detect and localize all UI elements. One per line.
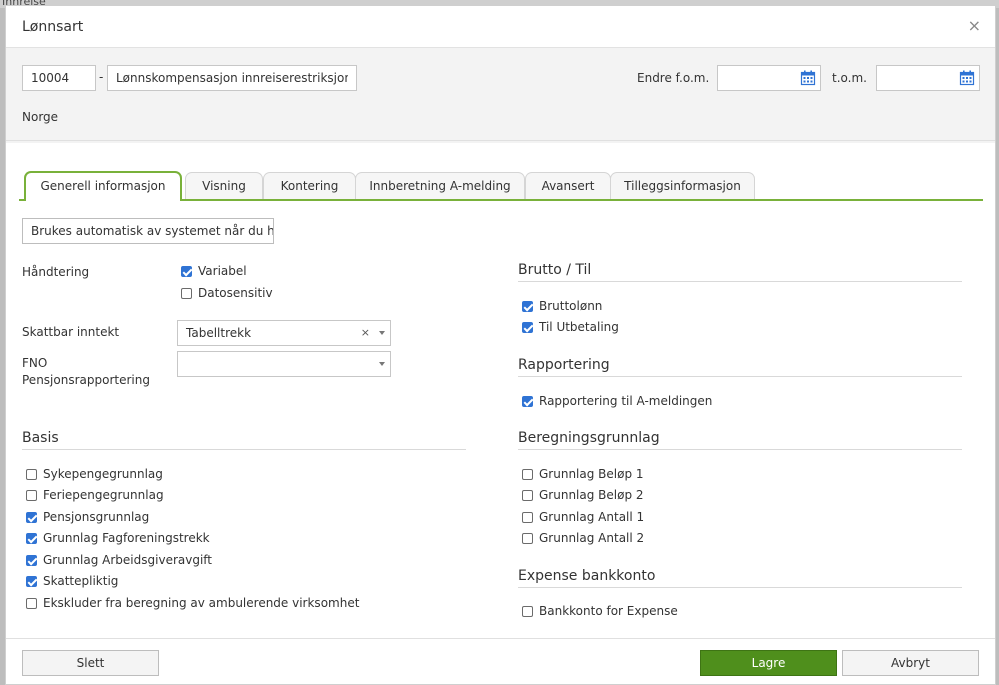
basis-item[interactable]: Ekskluder fra beregning av ambulerende v… <box>26 594 359 612</box>
change-from-label: Endre f.o.m. <box>637 71 710 85</box>
basis-item[interactable]: Skattepliktig <box>26 572 118 590</box>
cancel-button[interactable]: Avbryt <box>842 650 979 676</box>
close-icon[interactable]: × <box>968 18 981 34</box>
wage-name-input[interactable] <box>107 65 357 91</box>
basis-quantity-1-checkbox[interactable] <box>522 511 533 523</box>
basis-item[interactable]: Grunnlag Arbeidsgiveravgift <box>26 551 212 569</box>
footer-divider <box>6 638 995 639</box>
tab-additional-information[interactable]: Tilleggsinformasjon <box>610 172 755 199</box>
clear-icon[interactable]: × <box>361 321 370 345</box>
header-divider <box>6 140 995 141</box>
employer-tax-basis-checkbox[interactable] <box>26 554 37 566</box>
save-button[interactable]: Lagre <box>700 650 837 676</box>
date-to-label: t.o.m. <box>832 71 867 85</box>
dialog-header: Lønnsart × <box>6 6 995 48</box>
handling-date-sensitive-row[interactable]: Datosensitiv <box>181 284 273 302</box>
brutto-item[interactable]: Bruttolønn <box>522 297 602 315</box>
fno-label: FNO <box>22 356 48 370</box>
calc-basis-item[interactable]: Grunnlag Antall 2 <box>522 529 644 547</box>
expense-item[interactable]: Bankkonto for Expense <box>522 602 678 620</box>
basis-quantity-2-label: Grunnlag Antall 2 <box>539 531 645 545</box>
union-deduction-basis-label: Grunnlag Fagforeningstrekk <box>43 531 210 545</box>
sick-pay-basis-checkbox[interactable] <box>26 468 37 480</box>
reporting-divider <box>518 376 962 377</box>
pension-basis-checkbox[interactable] <box>26 511 37 523</box>
basis-amount-1-checkbox[interactable] <box>522 468 533 480</box>
calendar-icon[interactable] <box>800 70 816 86</box>
union-deduction-basis-checkbox[interactable] <box>26 532 37 544</box>
basis-quantity-2-checkbox[interactable] <box>522 532 533 544</box>
expense-bank-account-checkbox[interactable] <box>522 605 533 617</box>
country-label: Norge <box>22 110 59 124</box>
delete-button[interactable]: Slett <box>22 650 159 676</box>
gross-pay-label: Bruttolønn <box>539 299 603 313</box>
calc-basis-divider <box>518 449 962 450</box>
taxable-income-select[interactable]: Tabelltrekk × <box>177 320 391 346</box>
tab-general-information[interactable]: Generell informasjon <box>24 171 182 201</box>
exclude-ambulant-checkbox[interactable] <box>26 597 37 609</box>
date-from-input[interactable] <box>717 65 821 91</box>
basis-item[interactable]: Pensjonsgrunnlag <box>26 508 149 526</box>
tab-posting[interactable]: Kontering <box>263 172 356 199</box>
calc-basis-item[interactable]: Grunnlag Beløp 1 <box>522 465 644 483</box>
calendar-icon[interactable] <box>959 70 975 86</box>
sick-pay-basis-label: Sykepengegrunnlag <box>43 467 163 481</box>
date-sensitive-checkbox[interactable] <box>181 287 192 299</box>
expense-divider <box>518 587 962 588</box>
to-payment-label: Til Utbetaling <box>539 320 619 334</box>
wage-code-input[interactable] <box>22 65 96 91</box>
a-message-reporting-label: Rapportering til A-meldingen <box>539 394 713 408</box>
pension-basis-label: Pensjonsgrunnlag <box>43 510 150 524</box>
pension-reporting-label: Pensjonsrapportering <box>22 373 150 387</box>
handling-label: Håndtering <box>22 265 90 279</box>
chevron-down-icon[interactable] <box>379 331 385 335</box>
taxable-label: Skattepliktig <box>43 574 119 588</box>
exclude-ambulant-label: Ekskluder fra beregning av ambulerende v… <box>43 596 360 610</box>
header-area <box>6 48 995 143</box>
variable-checkbox[interactable] <box>181 265 192 277</box>
taxable-income-label: Skattbar inntekt <box>22 325 120 339</box>
basis-item[interactable]: Sykepengegrunnlag <box>26 465 163 483</box>
expense-bank-account-label: Bankkonto for Expense <box>539 604 678 618</box>
holiday-pay-basis-label: Feriepengegrunnlag <box>43 488 164 502</box>
calc-basis-item[interactable]: Grunnlag Beløp 2 <box>522 486 644 504</box>
a-message-reporting-checkbox[interactable] <box>522 395 533 407</box>
basis-section-title: Basis <box>22 430 59 446</box>
auto-usage-info[interactable]: Brukes automatisk av systemet når du ha <box>22 218 274 244</box>
tab-a-message-reporting[interactable]: Innberetning A-melding <box>355 172 525 199</box>
basis-amount-1-label: Grunnlag Beløp 1 <box>539 467 644 481</box>
fno-pension-select[interactable] <box>177 351 391 377</box>
date-to-input[interactable] <box>876 65 980 91</box>
brutto-divider <box>518 281 962 282</box>
basis-divider <box>22 449 466 450</box>
code-separator: - <box>99 70 104 84</box>
taxable-income-value: Tabelltrekk <box>186 326 252 340</box>
dialog-title: Lønnsart <box>22 19 84 35</box>
basis-item[interactable]: Feriepengegrunnlag <box>26 486 164 504</box>
reporting-item[interactable]: Rapportering til A-meldingen <box>522 392 712 410</box>
expense-section-title: Expense bankkonto <box>518 568 656 584</box>
chevron-down-icon[interactable] <box>379 362 385 366</box>
basis-item[interactable]: Grunnlag Fagforeningstrekk <box>26 529 210 547</box>
basis-amount-2-checkbox[interactable] <box>522 489 533 501</box>
basis-amount-2-label: Grunnlag Beløp 2 <box>539 488 644 502</box>
tab-display[interactable]: Visning <box>185 172 263 199</box>
date-sensitive-label: Datosensitiv <box>198 286 273 300</box>
calc-basis-item[interactable]: Grunnlag Antall 1 <box>522 508 644 526</box>
wage-type-dialog: Lønnsart × - Endre f.o.m. t.o.m. <box>5 5 996 685</box>
basis-quantity-1-label: Grunnlag Antall 1 <box>539 510 645 524</box>
handling-variable-row[interactable]: Variabel <box>181 262 247 280</box>
calc-basis-section-title: Beregningsgrunnlag <box>518 430 660 446</box>
reporting-section-title: Rapportering <box>518 357 610 373</box>
brutto-section-title: Brutto / Til <box>518 262 592 278</box>
tab-advanced[interactable]: Avansert <box>525 172 611 199</box>
to-payment-checkbox[interactable] <box>522 321 533 333</box>
variable-label: Variabel <box>198 264 247 278</box>
gross-pay-checkbox[interactable] <box>522 300 533 312</box>
employer-tax-basis-label: Grunnlag Arbeidsgiveravgift <box>43 553 213 567</box>
taxable-checkbox[interactable] <box>26 575 37 587</box>
brutto-item[interactable]: Til Utbetaling <box>522 318 619 336</box>
holiday-pay-basis-checkbox[interactable] <box>26 489 37 501</box>
